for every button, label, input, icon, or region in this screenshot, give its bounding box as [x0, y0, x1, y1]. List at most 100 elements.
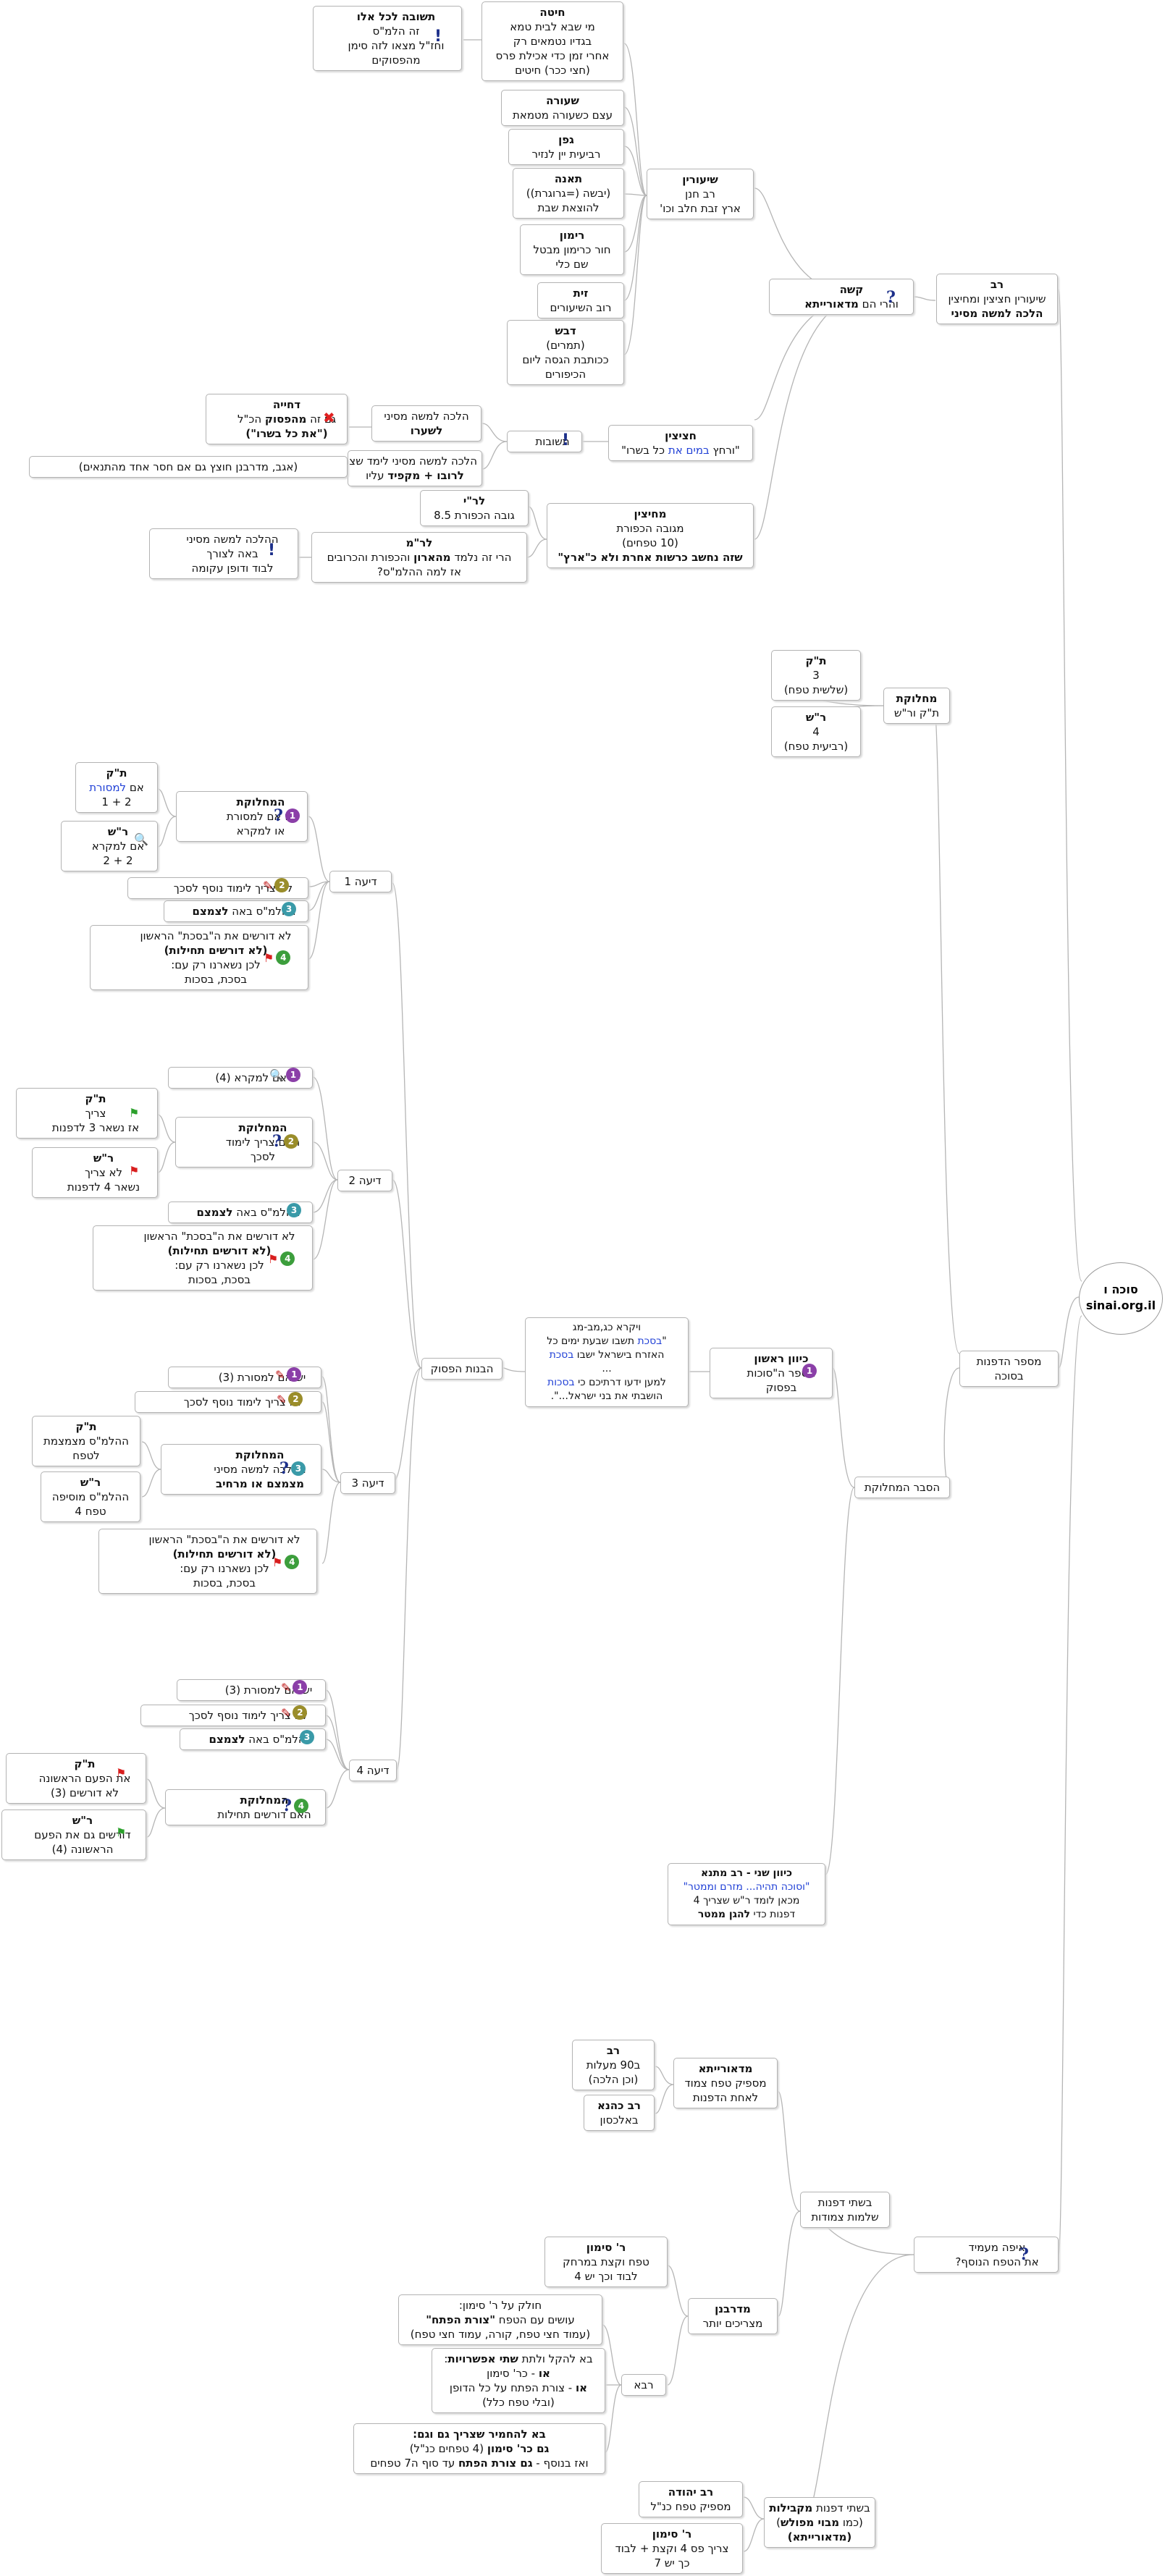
node-verse-line6: הושבתי את בני ישראל...". [550, 1390, 663, 1402]
node-d1-n4-line1: לא דורשים את ה"בסכת" הראשון [140, 929, 292, 942]
node-hlmm-tzarich[interactable]: הלכה למשה מסיני לימד שצריך: לרובו + מקפי… [331, 450, 482, 486]
number-icon-group: 1 [802, 1364, 817, 1378]
node-d1-tk-line2: 2 + 1 [101, 795, 132, 808]
node-mispar[interactable]: מספר הדפנות בסוכה [959, 1351, 1059, 1387]
red-flag-icon: ⚑ [129, 1164, 140, 1178]
node-d3-tk[interactable]: ת"ק ההלמ"ס מצמצמת לטפח [32, 1416, 140, 1466]
node-rsimon2-line1: צריך פס 4 וקצת + לבוד [615, 2542, 729, 2555]
node-hlmm-sheiro[interactable]: הלכה למשה מסיני לשערו [371, 405, 481, 442]
node-hesber-label: הסבר המחלוקת [864, 1481, 941, 1494]
node-chatzitzin-text1: "ורחץ [709, 444, 740, 457]
number-2-icon: 2 [274, 878, 290, 892]
node-tk-top-title: ת"ק [805, 654, 827, 667]
root-node[interactable]: סוכה ו sinai.org.il [1079, 1262, 1163, 1335]
node-baleheikel[interactable]: בא להקל ולתת שתי אפשרויות: או - כר' סימו… [432, 2348, 605, 2413]
node-d3-n4-line4: בסכת, בסכות [193, 1576, 256, 1589]
d4-n1-icons: ✎ 1 [281, 1680, 308, 1694]
node-rsimon[interactable]: ר' סימון טפח וקצת במרחק לבוד וכך יש 4 [544, 2237, 668, 2287]
question-icon: ? [282, 1796, 292, 1815]
number-4-icon: 4 [285, 1555, 300, 1569]
node-ravkahana[interactable]: רב כהנא באלכסון [584, 2095, 655, 2131]
node-teshuva-line3: מהפסוקים [371, 54, 421, 67]
node-mechitzin[interactable]: מחיצין מגובה הכפורת (10 טפחים) שזה נחשב … [547, 503, 754, 568]
node-baleheikel-bold: שתי אפשרויות [447, 2352, 518, 2365]
number-4-icon: 4 [276, 950, 291, 965]
node-choleik[interactable]: חולק על ר' סימון: עושים עם הטפח "צורת הפ… [398, 2294, 602, 2345]
node-tk-top[interactable]: ת"ק 3 (שלשית טפח) [771, 650, 861, 701]
node-lrav[interactable]: לר"י גובה הכפורת 8.5 [420, 490, 529, 526]
node-chatzitzin[interactable]: חציצין "ורחץ במים את כל בשרו" [608, 425, 753, 461]
node-havanat[interactable]: הבנות הפסוק [421, 1358, 502, 1380]
node-halacha-lvad[interactable]: ההלכה למשה מסיני באה לצורך לבוד ודופן עק… [149, 528, 298, 579]
number-3-icon: 3 [300, 1730, 314, 1744]
node-eifo[interactable]: איפה מעמיד את הטפח הנוסף? [914, 2237, 1059, 2273]
node-kivun2[interactable]: כיוון שני - רב מתנא "וסוכה תהיה... מזרם … [668, 1863, 825, 1925]
node-rs-top[interactable]: ר"ש 4 (רביעית טפח) [771, 706, 861, 757]
node-lehachmir-text1: (4 טפחים כנ"ל) [409, 2442, 487, 2455]
number-2-icon: 2 [288, 1392, 303, 1406]
node-deia4-label: דיעה 4 [356, 1764, 390, 1777]
node-deia3[interactable]: דיעה 3 [340, 1472, 395, 1494]
node-d3-n4-line1: לא דורשים את ה"בסכת" הראשון [148, 1533, 300, 1546]
node-d1-rs[interactable]: ר"ש אם למקרא 2 + 2 [61, 821, 158, 871]
node-lehachmir-text3: עד סוף ה7 טפחים [370, 2457, 458, 2470]
node-shtei-mekabilot[interactable]: בשתי דפנות מקבילות (כמו מבוי מפולש) (מדא… [764, 2497, 875, 2548]
node-teena[interactable]: תאנה (יבשה (=גרוגרת)) להוצאת שבת [513, 168, 624, 219]
node-rav[interactable]: רב שיעורין חציצין ומחיצין הלכה למשה מסינ… [936, 274, 1058, 324]
question-icon: ? [886, 288, 896, 307]
node-mispar-line1: מספר הדפנות [976, 1355, 1042, 1368]
node-d1-tk-text: אם [126, 781, 144, 794]
node-chita[interactable]: חיטה מי שבא לבית טמא בגדיו נטמאים רק אחר… [481, 1, 623, 81]
node-dvash-title: דבש [555, 324, 576, 337]
node-d1-rs-line2: 2 + 2 [103, 854, 133, 867]
node-ryehuda[interactable]: רב יהודה מספיק טפח כנ"ל [639, 2481, 743, 2517]
node-lehachmir[interactable]: בא להחמיר שצריך גם וגם: גם כר' סימון (4 … [353, 2423, 605, 2474]
node-verse[interactable]: ויקרא כג,מב-מג "בסכת תשבו שבעת ימים כל ה… [525, 1317, 689, 1407]
node-hesber[interactable]: הסבר המחלוקת [854, 1477, 950, 1498]
node-mideoraita[interactable]: מדאורייתא מספיק טפח צמוד לאחת הדפנות [673, 2058, 778, 2108]
node-gefen[interactable]: גפן רביעית יין לנזיר [508, 129, 624, 165]
node-teshuvot[interactable]: תשובות [507, 431, 582, 452]
node-d1-tk-title: ת"ק [106, 767, 127, 780]
node-lram[interactable]: לר"מ הרי זה נלמד מהארון והכפורת והכרובים… [311, 532, 527, 583]
node-d2-n3-bold: לצמצם [196, 1206, 233, 1219]
node-shiurin[interactable]: שיעורין רב חנן ארץ זבת חלב וכו' [647, 169, 754, 219]
node-choleik-text: עושים עם הטפח [495, 2313, 575, 2326]
node-shtei[interactable]: בשתי דפנות שלמות צמודות [800, 2192, 890, 2228]
node-verse-line1: ויקרא כג,מב-מג [572, 1322, 642, 1333]
node-deia4[interactable]: דיעה 4 [349, 1760, 397, 1781]
node-agav[interactable]: (אגב, מדרבנן חוצץ גם אם חסר אחד מהתנאים) [29, 456, 348, 478]
node-rava-label: רבא [634, 2378, 654, 2391]
node-seora[interactable]: שעורה עצם כשעורה מטמאת [501, 90, 624, 126]
node-ryehuda-line1: מספיק טפח כנ"ל [650, 2500, 731, 2513]
node-rava[interactable]: רבא [621, 2374, 666, 2396]
node-zayit[interactable]: זית רוב השיעורים [537, 282, 624, 318]
node-rimon[interactable]: רימון חור כרימון מבטל שם כלי [520, 224, 624, 275]
node-kivun2-bold1: להגן [728, 1909, 751, 1920]
node-midrabanan-line1: מצריכים יותר [702, 2317, 763, 2330]
node-d3-rs-line1: ההלמ"ס מוסיפה [51, 1490, 130, 1503]
d1-rs-icons: 🔍 [134, 832, 148, 846]
d1-n4-icons: ⚑ 4 [264, 950, 291, 965]
red-flag-icon: ⚑ [264, 950, 274, 965]
node-midrabanan[interactable]: מדרבנן מצריכים יותר [688, 2298, 778, 2334]
node-deia1[interactable]: דיעה 1 [329, 871, 392, 892]
node-machloket-tk[interactable]: מחלוקת ת"ק ור"ש [883, 688, 950, 724]
node-d1-tk-blue: למסורת [89, 781, 127, 794]
d2-rs-icons: ⚑ [129, 1164, 139, 1178]
node-d2-n4-line4: בסכת, בסכות [188, 1273, 251, 1286]
d3-n2-icons: ✎ 2 [277, 1392, 303, 1406]
node-d1-tk[interactable]: ת"ק אם למסורת 2 + 1 [75, 762, 158, 813]
node-rav90[interactable]: רב ב90 מעלות (וכן הלכה) [572, 2040, 655, 2090]
node-deia2[interactable]: דיעה 2 [337, 1170, 392, 1191]
node-d3-rs[interactable]: ר"ש ההלמ"ס מוסיפה טפח 4 [41, 1471, 140, 1522]
exclamation-icon: ! [434, 28, 442, 46]
d3-machloket-icons: ? 3 [279, 1459, 306, 1478]
node-d1-machloket-line2: או למקרא [236, 824, 285, 837]
node-shtei-line2: שלמות צמודות [811, 2210, 879, 2224]
node-d3-tk-title: ת"ק [75, 1420, 97, 1433]
node-kivun2-title: כיוון שני - רב מתנא [700, 1867, 793, 1879]
node-rsimon2[interactable]: ר' סימון צריך פס 4 וקצת + לבוד כך יש 7 [601, 2523, 743, 2574]
node-dvash[interactable]: דבש (תמרים) ככותבת הגסה ליום הכיפורים [507, 320, 624, 385]
number-3-icon: 3 [290, 1461, 306, 1476]
